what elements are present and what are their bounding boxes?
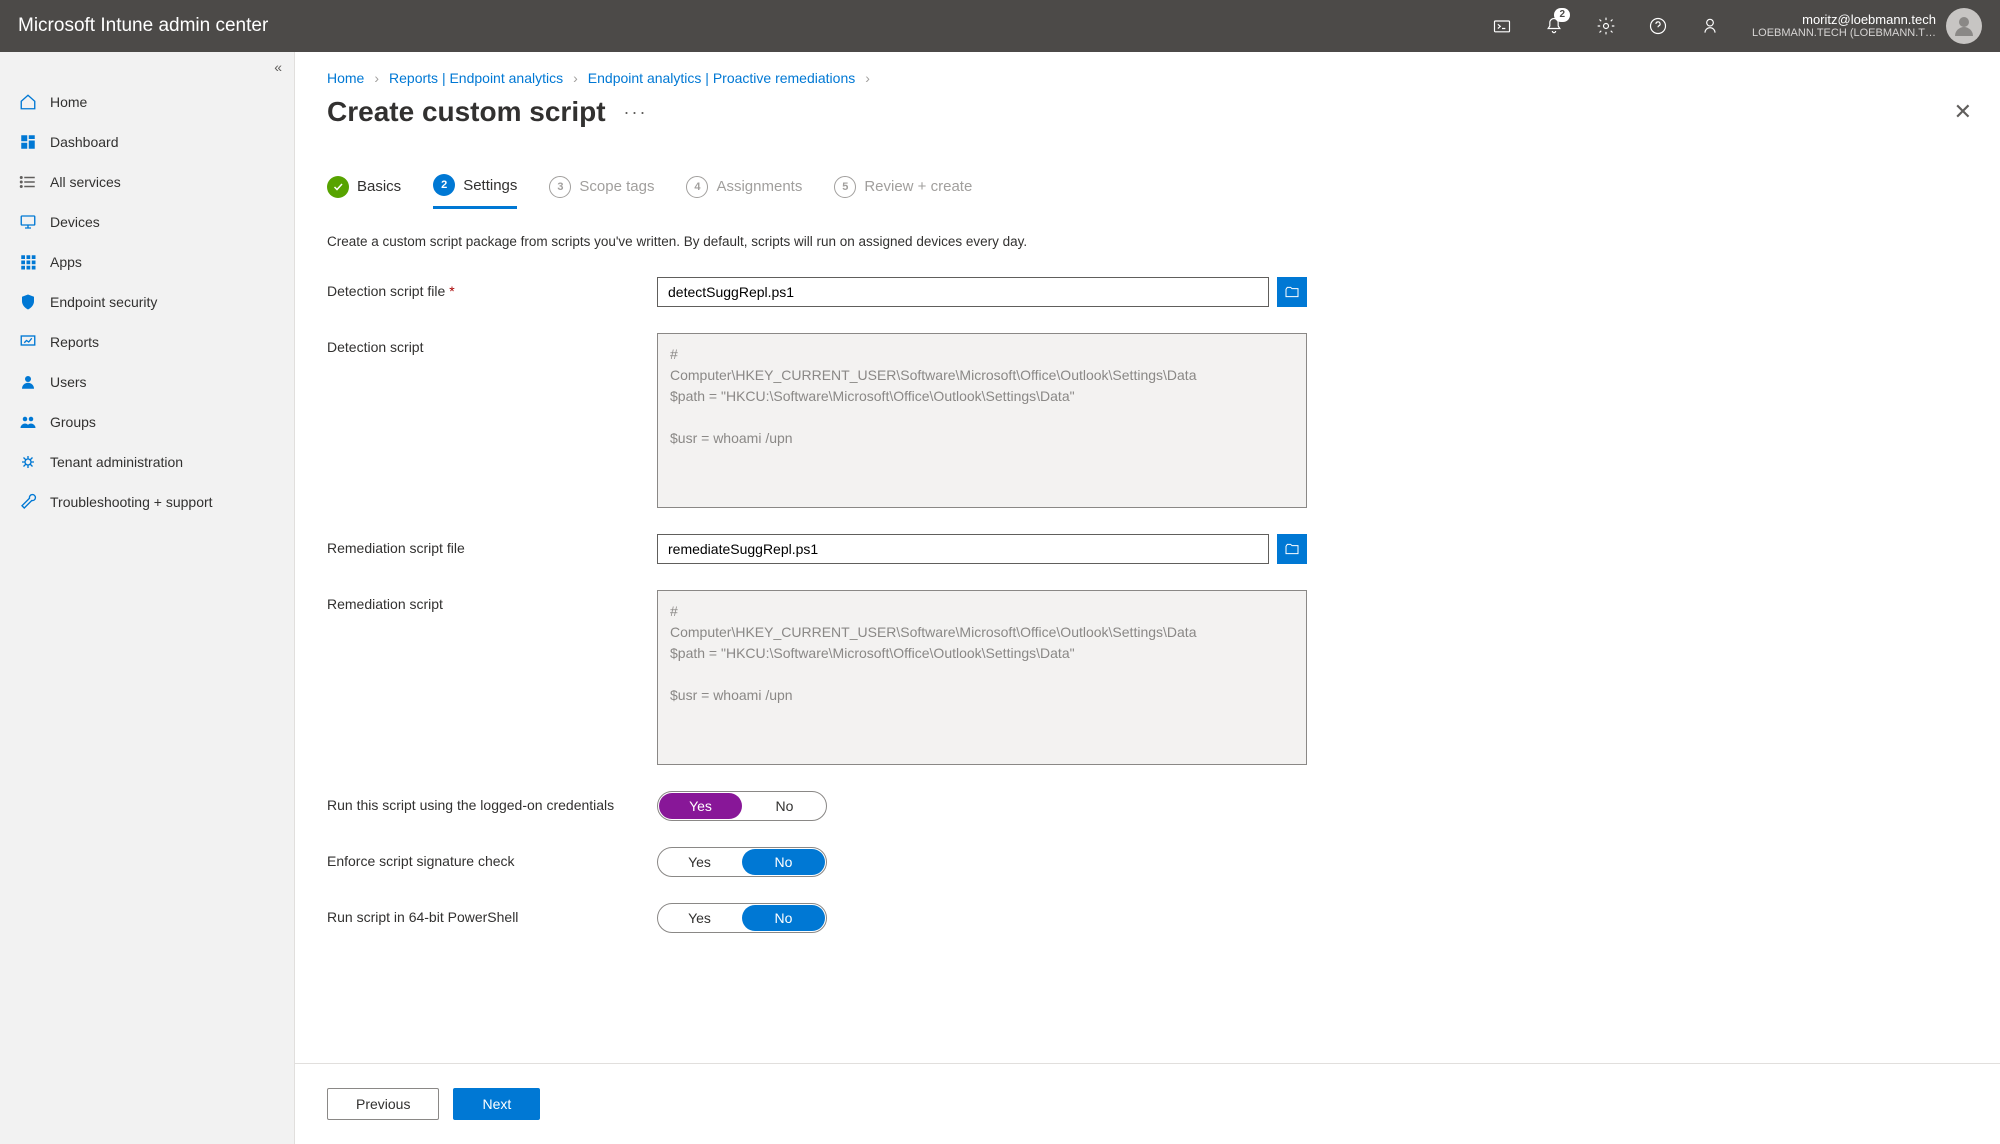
step-label: Review + create	[864, 178, 972, 195]
sidebar-item-label: All services	[50, 174, 121, 190]
toggle-no[interactable]: No	[742, 905, 825, 931]
close-icon[interactable]: ✕	[1954, 99, 1972, 125]
wrench-icon	[18, 492, 38, 512]
shield-icon	[18, 292, 38, 312]
reports-icon	[18, 332, 38, 352]
page-description: Create a custom script package from scri…	[327, 234, 1972, 249]
account-email: moritz@loebmann.tech	[1752, 12, 1936, 28]
detection-file-label: Detection script file*	[327, 277, 657, 299]
user-icon	[18, 372, 38, 392]
step-number: 5	[834, 176, 856, 198]
step-review-create[interactable]: 5 Review + create	[834, 174, 972, 209]
feedback-icon[interactable]	[1690, 0, 1730, 52]
sidebar-item-label: Tenant administration	[50, 454, 183, 470]
sidebar-item-label: Home	[50, 94, 87, 110]
sidebar-item-troubleshooting-support[interactable]: Troubleshooting + support	[0, 482, 294, 522]
more-actions-icon[interactable]: ···	[624, 102, 648, 123]
sidebar-item-label: Reports	[50, 334, 99, 350]
sidebar-item-devices[interactable]: Devices	[0, 202, 294, 242]
detection-script-preview[interactable]: # Computer\HKEY_CURRENT_USER\Software\Mi…	[657, 333, 1307, 508]
step-label: Assignments	[716, 178, 802, 195]
page-title: Create custom script	[327, 96, 606, 128]
dashboard-icon	[18, 132, 38, 152]
collapse-sidebar-icon[interactable]: «	[274, 59, 282, 75]
apps-icon	[18, 252, 38, 272]
enforce-sig-label: Enforce script signature check	[327, 847, 657, 869]
run-logged-on-label: Run this script using the logged-on cred…	[327, 791, 657, 813]
previous-button[interactable]: Previous	[327, 1088, 439, 1120]
sidebar-item-label: Groups	[50, 414, 96, 430]
list-icon	[18, 172, 38, 192]
breadcrumb-home[interactable]: Home	[327, 70, 364, 86]
step-number: 3	[549, 176, 571, 198]
sidebar-item-label: Devices	[50, 214, 100, 230]
sidebar-item-all-services[interactable]: All services	[0, 162, 294, 202]
step-number: 2	[433, 174, 455, 196]
sidebar-item-home[interactable]: Home	[0, 82, 294, 122]
step-settings[interactable]: 2 Settings	[433, 174, 517, 209]
breadcrumb-reports[interactable]: Reports | Endpoint analytics	[389, 70, 563, 86]
settings-icon[interactable]	[1586, 0, 1626, 52]
run-64-label: Run script in 64-bit PowerShell	[327, 903, 657, 925]
sidebar-item-endpoint-security[interactable]: Endpoint security	[0, 282, 294, 322]
sidebar-item-dashboard[interactable]: Dashboard	[0, 122, 294, 162]
sidebar-item-groups[interactable]: Groups	[0, 402, 294, 442]
app-title: Microsoft Intune admin center	[18, 15, 268, 37]
step-label: Basics	[357, 178, 401, 195]
toggle-yes[interactable]: Yes	[658, 904, 741, 932]
upload-detection-button[interactable]	[1277, 277, 1307, 307]
device-icon	[18, 212, 38, 232]
next-button[interactable]: Next	[453, 1088, 540, 1120]
toggle-no[interactable]: No	[742, 849, 825, 875]
sidebar-item-label: Endpoint security	[50, 294, 157, 310]
sidebar-item-users[interactable]: Users	[0, 362, 294, 402]
account-menu[interactable]: moritz@loebmann.tech LOEBMANN.TECH (LOEB…	[1752, 8, 1982, 44]
toggle-yes[interactable]: Yes	[659, 793, 742, 819]
tenant-icon	[18, 452, 38, 472]
run-64-toggle[interactable]: Yes No	[657, 903, 827, 933]
sidebar-item-apps[interactable]: Apps	[0, 242, 294, 282]
toggle-no[interactable]: No	[743, 792, 826, 820]
notifications-icon[interactable]: 2	[1534, 0, 1574, 52]
remediation-script-preview[interactable]: # Computer\HKEY_CURRENT_USER\Software\Mi…	[657, 590, 1307, 765]
sidebar-item-tenant-administration[interactable]: Tenant administration	[0, 442, 294, 482]
enforce-sig-toggle[interactable]: Yes No	[657, 847, 827, 877]
remediation-file-input[interactable]	[657, 534, 1269, 564]
step-scope-tags[interactable]: 3 Scope tags	[549, 174, 654, 209]
step-label: Settings	[463, 177, 517, 194]
detection-file-input[interactable]	[657, 277, 1269, 307]
detection-script-label: Detection script	[327, 333, 657, 355]
run-logged-on-toggle[interactable]: Yes No	[657, 791, 827, 821]
sidebar-item-label: Apps	[50, 254, 82, 270]
sidebar-item-label: Troubleshooting + support	[50, 494, 213, 510]
step-number	[327, 176, 349, 198]
step-assignments[interactable]: 4 Assignments	[686, 174, 802, 209]
groups-icon	[18, 412, 38, 432]
upload-remediation-button[interactable]	[1277, 534, 1307, 564]
help-icon[interactable]	[1638, 0, 1678, 52]
sidebar: « Home Dashboard All services Devices Apps En…	[0, 52, 295, 1144]
chevron-right-icon: ›	[865, 70, 870, 86]
step-number: 4	[686, 176, 708, 198]
remediation-file-label: Remediation script file	[327, 534, 657, 556]
chevron-right-icon: ›	[573, 70, 578, 86]
home-icon	[18, 92, 38, 112]
chevron-right-icon: ›	[374, 70, 379, 86]
notification-badge: 2	[1554, 8, 1570, 22]
sidebar-item-label: Users	[50, 374, 87, 390]
avatar[interactable]	[1946, 8, 1982, 44]
sidebar-item-label: Dashboard	[50, 134, 119, 150]
step-basics[interactable]: Basics	[327, 174, 401, 209]
toggle-yes[interactable]: Yes	[658, 848, 741, 876]
breadcrumb: Home › Reports | Endpoint analytics › En…	[327, 70, 1972, 86]
step-label: Scope tags	[579, 178, 654, 195]
cloud-shell-icon[interactable]	[1482, 0, 1522, 52]
sidebar-item-reports[interactable]: Reports	[0, 322, 294, 362]
breadcrumb-proactive[interactable]: Endpoint analytics | Proactive remediati…	[588, 70, 855, 86]
account-org: LOEBMANN.TECH (LOEBMANN.T…	[1752, 27, 1936, 40]
remediation-script-label: Remediation script	[327, 590, 657, 612]
